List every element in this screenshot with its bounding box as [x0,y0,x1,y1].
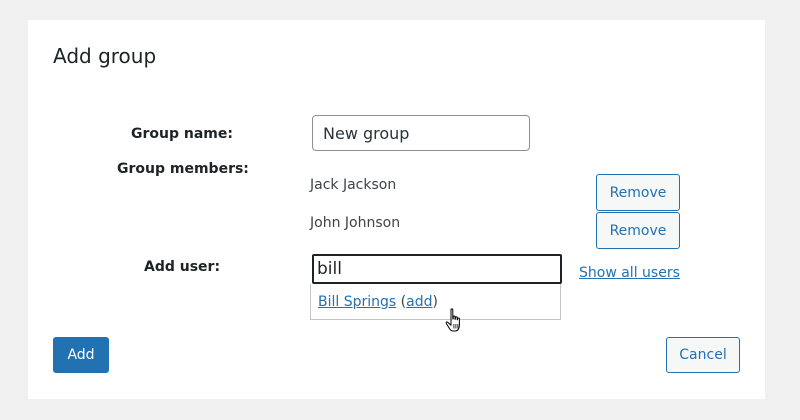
add-button[interactable]: Add [53,337,109,373]
hand-pointer-icon [445,308,460,332]
remove-member-button[interactable]: Remove [596,212,680,249]
member-name: John Johnson [310,215,401,231]
suggestion-close-paren: ) [432,294,438,310]
group-name-input[interactable] [312,115,530,151]
suggestion-item: Bill Springs (add) [318,294,438,310]
suggestion-add-link[interactable]: add [406,294,432,310]
remove-member-button[interactable]: Remove [596,174,680,211]
show-all-users-link[interactable]: Show all users [579,265,680,281]
suggestion-user-link[interactable]: Bill Springs [318,294,396,310]
cancel-button[interactable]: Cancel [666,337,740,373]
suggestion-open-paren: ( [396,294,407,310]
add-user-label: Add user: [144,259,221,275]
user-suggestion-dropdown: Bill Springs (add) [310,284,561,320]
group-members-label: Group members: [117,161,249,177]
add-group-dialog: Add group Group name: Group members: Jac… [28,20,765,399]
page-title: Add group [53,44,157,68]
member-name: Jack Jackson [310,177,397,193]
add-user-input[interactable] [312,254,562,284]
group-name-label: Group name: [131,126,233,142]
